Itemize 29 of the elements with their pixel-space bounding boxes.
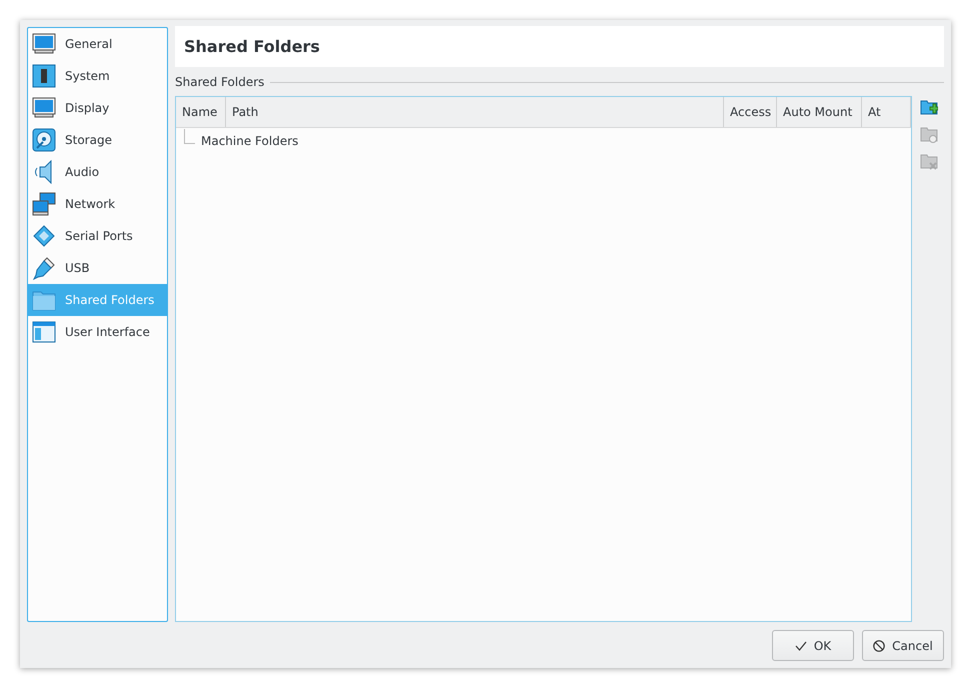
cancel-button[interactable]: Cancel <box>862 630 944 661</box>
sidebar-item[interactable]: Audio <box>28 156 167 188</box>
sidebar-item[interactable]: System <box>28 60 167 92</box>
group-label: Shared Folders <box>175 75 264 89</box>
column-header[interactable]: Auto Mount <box>777 97 862 127</box>
sidebar-item[interactable]: Serial Ports <box>28 220 167 252</box>
column-header[interactable]: Name <box>176 97 226 127</box>
tree-item[interactable]: Machine Folders <box>201 134 298 148</box>
sidebar-item[interactable]: USB <box>28 252 167 284</box>
chip-icon <box>32 64 56 88</box>
sidebar-item[interactable]: General <box>28 28 167 60</box>
column-header[interactable]: Path <box>226 97 724 127</box>
sidebar-item[interactable]: Network <box>28 188 167 220</box>
network-icon <box>32 192 56 216</box>
monitor-icon <box>32 32 56 56</box>
column-header[interactable]: Access <box>724 97 777 127</box>
page-title: Shared Folders <box>184 37 320 56</box>
serial-port-icon <box>32 224 56 248</box>
sidebar-item[interactable]: Storage <box>28 124 167 156</box>
sidebar-item[interactable]: Display <box>28 92 167 124</box>
column-header[interactable]: At <box>862 97 911 127</box>
check-icon <box>794 640 807 650</box>
sidebar-item[interactable]: User Interface <box>28 316 167 348</box>
window-icon <box>32 320 56 344</box>
usb-plug-icon <box>32 256 56 280</box>
monitor-icon <box>32 96 56 120</box>
add-folder-button[interactable] <box>920 99 938 117</box>
cancel-icon <box>873 640 886 652</box>
ok-button[interactable]: OK <box>772 630 854 661</box>
